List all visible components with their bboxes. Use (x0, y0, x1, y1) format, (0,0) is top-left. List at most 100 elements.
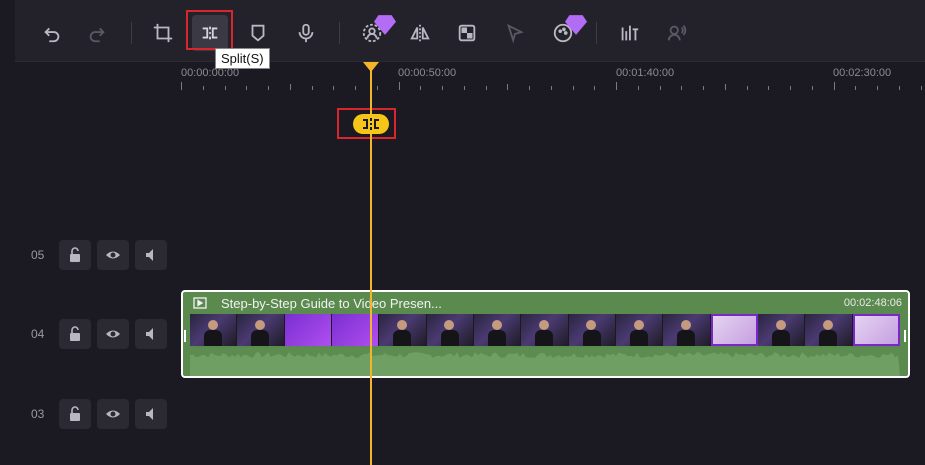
undo-icon (44, 27, 60, 43)
ruler-tick (703, 86, 704, 90)
clip-duration: 00:02:48:06 (843, 297, 902, 309)
ruler-tick (333, 86, 335, 90)
eye-icon (106, 410, 120, 418)
ruler-tick (420, 86, 422, 90)
ruler-tick (507, 84, 509, 90)
split-icon (202, 26, 218, 40)
track-number: 05 (31, 248, 45, 262)
thumbnail-frame (805, 314, 853, 346)
clip-thumbnails (190, 314, 900, 346)
split-icon (363, 118, 379, 130)
track-controls-05: 05 (15, 238, 175, 272)
ruler-tick (485, 86, 487, 90)
thumbnail-frame (568, 314, 616, 346)
track-number: 03 (31, 407, 45, 421)
ruler-tick (659, 86, 661, 90)
audio-waveform (190, 348, 900, 376)
mosaic-icon (458, 24, 476, 42)
ruler-label: 00:01:40:00 (616, 67, 675, 79)
track-mute-button[interactable] (135, 319, 167, 349)
mirror-icon (410, 24, 430, 42)
crop-button[interactable] (145, 15, 181, 51)
voice-icon (667, 25, 687, 41)
ai-portrait-button[interactable] (354, 15, 396, 51)
ruler-tick (833, 82, 835, 90)
ruler-tick (746, 86, 748, 90)
timeline-ruler[interactable]: 00:00:00:00 00:00:50:00 00:01:40:00 00:0… (181, 62, 925, 92)
ruler-tick (529, 86, 530, 90)
microphone-button[interactable] (288, 15, 324, 51)
ruler-tick (616, 82, 617, 90)
motion-tracking-icon (507, 23, 524, 44)
track-mute-button[interactable] (135, 240, 167, 270)
ruler-tick (376, 86, 378, 90)
unlock-icon (70, 247, 80, 262)
thumbnail-frame (284, 314, 332, 346)
eye-icon (106, 251, 120, 259)
ruler-tick (246, 86, 248, 90)
voice-button[interactable] (659, 15, 695, 51)
video-clip[interactable]: Step-by-Step Guide to Video Presen... 00… (181, 290, 910, 378)
track-lock-button[interactable] (59, 319, 91, 349)
thumbnail-frame (852, 314, 900, 346)
split-marker[interactable] (353, 114, 389, 134)
track-lock-button[interactable] (59, 240, 91, 270)
toolbar (15, 0, 925, 62)
ruler-tick (768, 86, 770, 90)
video-clip-icon (193, 297, 207, 309)
ruler-tick (790, 86, 791, 90)
redo-button[interactable] (79, 15, 115, 51)
clip-title: Step-by-Step Guide to Video Presen... (221, 296, 442, 311)
ruler-tick (442, 86, 443, 90)
color-button[interactable] (545, 15, 587, 51)
toolbar-separator (131, 22, 132, 44)
clip-right-trim-handle[interactable] (904, 330, 906, 342)
ruler-tick (311, 86, 313, 90)
thumbnail-frame (615, 314, 664, 346)
eye-icon (106, 330, 120, 338)
ruler-tick (181, 82, 182, 90)
thumbnail-frame (663, 314, 711, 346)
marker-icon (251, 24, 265, 42)
ruler-tick (724, 84, 726, 90)
track-visibility-button[interactable] (97, 240, 129, 270)
ruler-tick (463, 86, 465, 90)
thumbnail-frame (473, 314, 522, 346)
speaker-icon (146, 328, 153, 340)
ruler-tick (898, 86, 900, 90)
unlock-icon (70, 326, 80, 341)
split-button[interactable] (192, 15, 228, 51)
track-visibility-button[interactable] (97, 399, 129, 429)
undo-button[interactable] (34, 15, 70, 51)
mirror-button[interactable] (402, 15, 438, 51)
speaker-icon (146, 249, 153, 261)
ruler-label: 00:00:50:00 (398, 67, 457, 79)
audio-adjust-icon (621, 25, 639, 41)
track-visibility-button[interactable] (97, 319, 129, 349)
ruler-tick (681, 86, 683, 90)
ruler-tick (355, 86, 356, 90)
ruler-tick (811, 86, 813, 90)
premium-gem-icon (565, 15, 587, 35)
track-controls-04: 04 (15, 317, 175, 351)
toolbar-separator (339, 22, 340, 44)
clip-left-trim-handle[interactable] (184, 330, 186, 342)
ruler-tick (877, 86, 878, 90)
thumbnail-frame (237, 314, 285, 346)
ruler-tick (594, 86, 596, 90)
track-number: 04 (31, 327, 45, 341)
ruler-tick (572, 86, 574, 90)
audio-adjust-button[interactable] (611, 15, 647, 51)
thumbnail-frame (190, 314, 238, 346)
marker-button[interactable] (240, 15, 276, 51)
thumbnail-frame (426, 314, 474, 346)
motion-tracking-button[interactable] (497, 15, 533, 51)
microphone-icon (298, 23, 314, 43)
ruler-tick (289, 84, 291, 90)
mosaic-button[interactable] (449, 15, 485, 51)
thumbnail-frame (521, 314, 569, 346)
track-lock-button[interactable] (59, 399, 91, 429)
track-mute-button[interactable] (135, 399, 167, 429)
ruler-tick (550, 86, 552, 90)
thumbnail-frame (331, 314, 380, 346)
